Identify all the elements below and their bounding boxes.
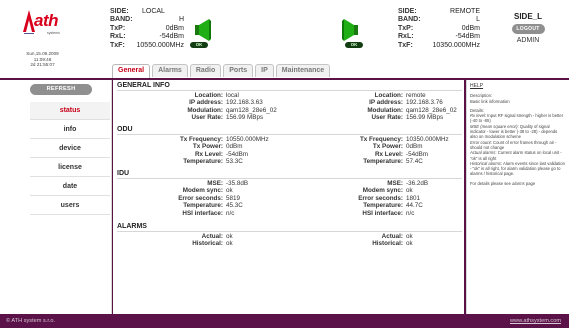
table-row: Location: local Location: remote xyxy=(194,92,426,99)
green-antenna-icon xyxy=(342,19,358,41)
table-row: Historical: ok Historical: ok xyxy=(192,240,413,248)
side-id: SIDE_L xyxy=(513,12,542,21)
section-title: ALARMS xyxy=(117,223,147,230)
local-rxl-value: -54dBm xyxy=(159,33,184,41)
local-txp-label: TxP: xyxy=(110,24,126,32)
tab-maintenance[interactable]: Maintenance xyxy=(275,64,331,77)
green-antenna-icon xyxy=(195,19,211,41)
sidebar-item-users[interactable]: users xyxy=(30,197,110,215)
general-info-section: GENERAL INFO Location: local Location: remo… xyxy=(117,82,462,122)
table-row: Modulation: qam128_28e6_02 Modulation: qam1… xyxy=(187,106,457,114)
help-details: Details: Rx level: Input RF signal stren… xyxy=(470,107,565,177)
clock-uptime: 2d 21:55:07 xyxy=(30,62,55,68)
idu-table: MSE: -35.8dB MSE: -36.2dB Modem sync: ok Mode… xyxy=(117,178,462,217)
tab-general[interactable]: General xyxy=(112,64,151,78)
local-txf-label: TxF: xyxy=(110,41,125,49)
table-row: Tx Power: 0dBm Tx Power: 0dBm xyxy=(192,143,423,151)
remote-rxl-label: RxL: xyxy=(398,33,414,41)
general-info-table: Location: local Location: remote IP address… xyxy=(117,90,462,122)
table-row: Rx Level: -54dBm Rx Level: -54dBm xyxy=(195,150,429,158)
local-ok-badge: OK xyxy=(190,42,208,48)
remote-rxl-value: -54dBm xyxy=(455,33,480,41)
remote-txp-value: 0dBm xyxy=(461,24,480,32)
section-title: IDU xyxy=(117,170,130,177)
clock: Sun,15.09.2009 11:09:48 2d 21:55:07 xyxy=(0,51,85,68)
tab-radio[interactable]: Radio xyxy=(189,64,222,77)
sidebar-item-license[interactable]: license xyxy=(30,159,110,177)
help-title: HELP xyxy=(470,83,484,89)
remote-txp-label: TxP: xyxy=(398,24,414,32)
local-txp-value: 0dBm xyxy=(165,24,184,32)
table-row: User Rate: 156.99 MBps User Rate: 156.99 MB… xyxy=(191,114,444,122)
tab-ports[interactable]: Ports xyxy=(223,64,254,77)
tab-ip[interactable]: IP xyxy=(255,64,274,77)
remote-band-value: L xyxy=(476,16,480,24)
table-row: Temperature: 53.3C Temperature: 57.4C xyxy=(183,158,423,166)
table-row: HSI interface: n/c HSI interface: n/c xyxy=(182,209,415,217)
remote-stats: SIDE: REMOTE BAND: L TxP: 0dBm RxL: -54dBm T… xyxy=(398,8,480,50)
brand-sub: systems xyxy=(47,31,60,35)
help-footer: For details please see alarms page xyxy=(470,180,536,186)
section-title: ODU xyxy=(117,126,133,133)
remote-antenna: OK xyxy=(339,16,369,52)
tab-alarms[interactable]: Alarms xyxy=(152,64,188,77)
tab-bar: General Alarms Radio Ports IP Maintenanc… xyxy=(112,64,332,78)
idu-section: IDU MSE: -35.8dB MSE: -36.2dB Modem sync: ok… xyxy=(117,170,462,217)
local-side-label: SIDE: xyxy=(110,8,129,15)
current-user: ADMIN xyxy=(516,37,540,44)
alarms-table: Actual: ok Actual: ok Historical: ok Historic… xyxy=(117,231,462,248)
local-side-value: LOCAL xyxy=(142,8,165,15)
sidebar: REFRESH status info device license date … xyxy=(0,80,112,314)
main-content: GENERAL INFO Location: local Location: remo… xyxy=(113,80,464,314)
remote-txf-label: TxF: xyxy=(398,41,413,49)
copyright: © ATH system s.r.o. xyxy=(6,318,56,324)
header: ath systems Sun,15.09.2009 11:09:48 2d 2… xyxy=(0,0,569,80)
sidebar-item-status[interactable]: status xyxy=(30,102,110,120)
table-row: Tx Frequency: 10550.000MHz Tx Frequency: 10… xyxy=(179,136,449,143)
table-row: Temperature: 45.3C Temperature: 44.7C xyxy=(183,202,423,210)
table-row: Error seconds: 5819 Error seconds: 1801 xyxy=(178,194,421,202)
logout-button[interactable]: LOGOUT xyxy=(511,24,545,34)
remote-ok-badge: OK xyxy=(345,42,363,48)
sidebar-item-date[interactable]: date xyxy=(30,178,110,196)
refresh-button[interactable]: REFRESH xyxy=(30,84,92,95)
local-band-label: BAND: xyxy=(110,16,133,24)
table-row: Modem sync: ok Modem sync: ok xyxy=(182,187,413,195)
alarms-section: ALARMS Actual: ok Actual: ok Historical: ok H… xyxy=(117,223,462,248)
local-txf-value: 10550.000MHz xyxy=(136,41,184,49)
alarms-link[interactable]: alarms xyxy=(512,181,525,186)
help-panel: HELP Description: Basic link information… xyxy=(466,80,569,314)
session-box: SIDE_L LOGOUT ADMIN xyxy=(502,12,554,44)
footer: © ATH system s.r.o. www.athsystem.com xyxy=(0,314,569,328)
website-link[interactable]: www.athsystem.com xyxy=(510,315,561,327)
page-frame: REFRESH status info device license date … xyxy=(0,80,569,314)
remote-side-label: SIDE: xyxy=(398,8,417,15)
local-antenna: OK xyxy=(184,16,214,52)
remote-side-value: REMOTE xyxy=(450,8,480,15)
sidebar-item-device[interactable]: device xyxy=(30,140,110,158)
local-rxl-label: RxL: xyxy=(110,33,126,41)
help-description: Description: Basic link information xyxy=(470,93,510,104)
sidebar-item-info[interactable]: info xyxy=(30,121,110,139)
remote-band-label: BAND: xyxy=(398,16,421,24)
table-row: IP address: 192.168.3.63 IP address: 192.16… xyxy=(189,99,443,107)
table-row: Actual: ok Actual: ok xyxy=(201,233,413,240)
table-row: MSE: -35.8dB MSE: -36.2dB xyxy=(207,180,429,187)
brand-name: ath xyxy=(34,11,59,30)
ath-logo: ath systems xyxy=(22,10,62,40)
local-stats: SIDE: LOCAL BAND: H TxP: 0dBm RxL: -54dBm Tx… xyxy=(110,8,184,50)
section-title: GENERAL INFO xyxy=(117,82,170,89)
odu-section: ODU Tx Frequency: 10550.000MHz Tx Frequenc… xyxy=(117,126,462,166)
remote-txf-value: 10350.000MHz xyxy=(432,41,480,49)
local-band-value: H xyxy=(178,16,184,24)
odu-table: Tx Frequency: 10550.000MHz Tx Frequency: 10… xyxy=(117,134,462,166)
